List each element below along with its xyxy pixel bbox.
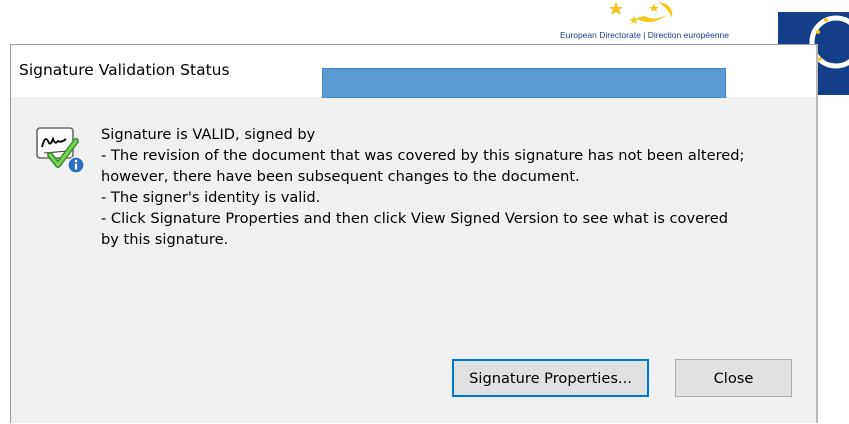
message-line: by this signature. bbox=[101, 231, 229, 248]
signer-name-redaction bbox=[322, 68, 726, 98]
message-line: Signature is VALID, signed by bbox=[101, 126, 316, 143]
validation-message: Signature is VALID, signed by - The revi… bbox=[101, 124, 801, 250]
message-line: - The signer's identity is valid. bbox=[101, 189, 321, 206]
dialog-edge bbox=[816, 44, 818, 423]
message-line: - The revision of the document that was … bbox=[101, 147, 745, 164]
message-line: however, there have been subsequent chan… bbox=[101, 168, 580, 185]
eu-caption: European Directorate | Direction europée… bbox=[560, 30, 730, 40]
dialog-content: Signature is VALID, signed by - The revi… bbox=[11, 97, 816, 424]
background-text-fragment: EIL D bbox=[818, 74, 849, 89]
close-button[interactable]: Close bbox=[675, 359, 792, 397]
dialog-title: Signature Validation Status bbox=[19, 61, 230, 79]
signature-valid-icon bbox=[36, 127, 85, 174]
signature-validation-dialog: Signature Validation Status Signature is… bbox=[10, 44, 816, 423]
message-line: - Click Signature Properties and then cl… bbox=[101, 210, 728, 227]
signature-properties-button[interactable]: Signature Properties... bbox=[452, 359, 649, 397]
eu-stars-logo bbox=[609, 2, 673, 24]
